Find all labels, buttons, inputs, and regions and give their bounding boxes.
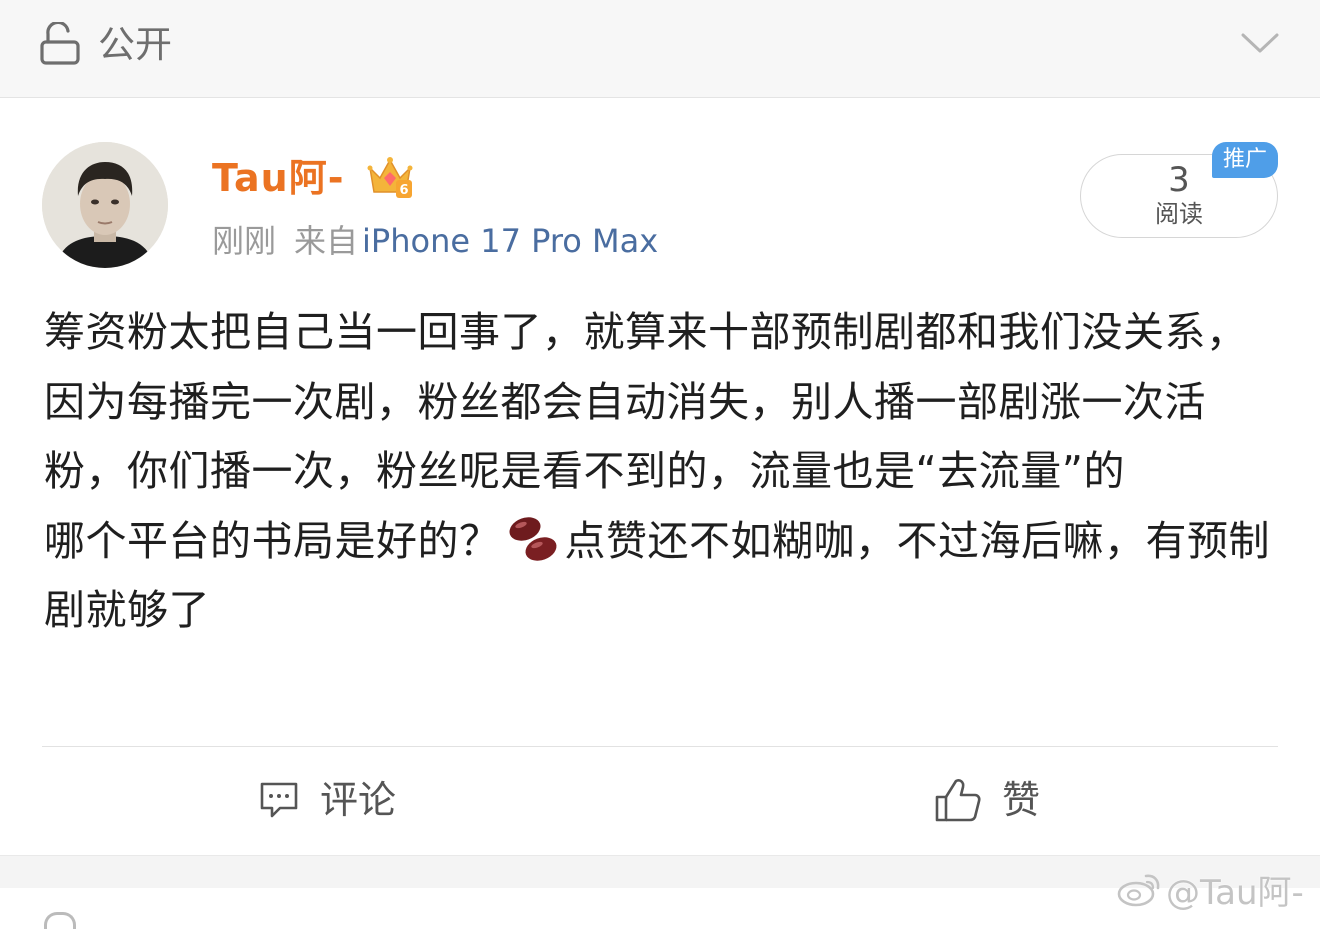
- device-link[interactable]: iPhone 17 Pro Max: [362, 222, 658, 260]
- avatar[interactable]: [42, 142, 168, 268]
- post-paragraph: 哪个平台的书局是好的？ 点赞还不如糊咖，不过海后嘛，有预制剧就够了: [44, 507, 1284, 646]
- comment-label: 评论: [320, 778, 397, 822]
- username[interactable]: Tau阿-: [212, 154, 345, 202]
- post-time: 刚刚: [212, 222, 277, 260]
- weibo-logo-icon: [1117, 874, 1160, 907]
- post-meta: 刚刚 来自 iPhone 17 Pro Max: [212, 218, 658, 264]
- watermark-text: @Tau阿-: [1166, 872, 1304, 913]
- comment-icon: [260, 782, 298, 818]
- privacy-label[interactable]: 公开: [98, 22, 172, 68]
- vip-crown-icon[interactable]: 6: [366, 154, 414, 200]
- post-text: 筹资粉太把自己当一回事了，就算来十部预制剧都和我们没关系，因为每播完一次剧，粉丝…: [44, 298, 1284, 646]
- source-label: 来自: [294, 222, 359, 260]
- watermark: @Tau阿-: [1116, 866, 1304, 913]
- post-paragraph: 筹资粉太把自己当一回事了，就算来十部预制剧都和我们没关系，因为每播完一次剧，粉丝…: [44, 308, 1248, 495]
- promo-badge[interactable]: 推广: [1212, 142, 1278, 178]
- lock-open-icon: [40, 22, 80, 65]
- like-button[interactable]: 赞: [934, 770, 1040, 830]
- comment-button[interactable]: 评论: [258, 770, 396, 830]
- header-bar: 公开: [0, 0, 1320, 98]
- post-text-segment: 哪个平台的书局是好的？: [44, 516, 501, 565]
- post-card: Tau阿- 6 刚刚 来自 iPhone 17 Pro Max 3 阅读 推广 筹资…: [0, 98, 1320, 854]
- read-label: 阅读: [1155, 200, 1203, 228]
- thumbs-up-icon: [935, 779, 981, 822]
- divider: [42, 746, 1278, 747]
- lock-open-icon: [44, 912, 76, 929]
- like-label: 赞: [1002, 778, 1041, 822]
- chevron-down-icon[interactable]: [1240, 30, 1280, 56]
- svg-text:6: 6: [399, 183, 408, 198]
- bean-emoji-icon: [509, 516, 556, 561]
